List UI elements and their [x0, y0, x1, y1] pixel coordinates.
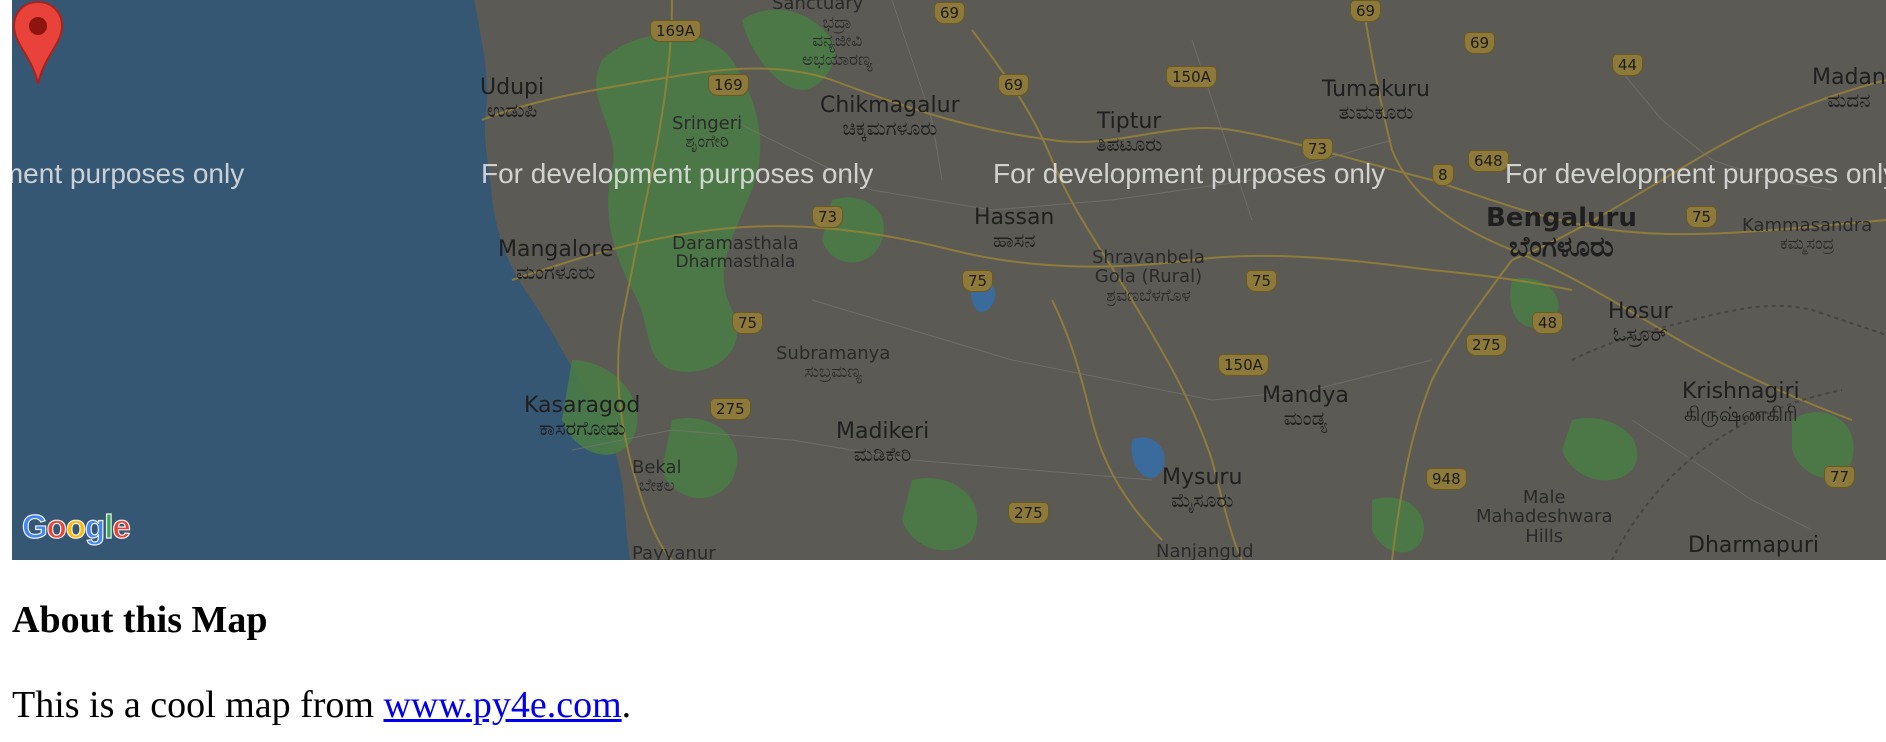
highway-shield: 69 [934, 2, 966, 24]
highway-shield: 275 [710, 398, 751, 420]
highway-shield: 75 [962, 270, 994, 292]
place-tumakuru: Tumakuru ತುಮಕೂರು [1322, 77, 1430, 124]
place-mandya: Mandya ಮಂಡ್ಯ [1262, 383, 1349, 430]
about-heading: About this Map [12, 599, 268, 641]
place-krishnagiri: Krishnagiri கிருஷ்ணகிரி [1682, 379, 1800, 426]
highway-shield: 948 [1426, 468, 1467, 490]
highway-shield: 75 [732, 312, 764, 334]
dev-watermark: For development purposes only [481, 158, 874, 189]
highway-shield: 8 [1432, 164, 1454, 186]
map-terrain [12, 0, 1886, 560]
place-kammasandra: Kammasandra ಕಮ್ಮಸಂದ್ರ [1742, 215, 1873, 255]
about-text-before: This is a cool map from [12, 684, 384, 726]
place-subramanya: Subramanya ಸುಬ್ರಮಣ್ಯ [776, 343, 891, 383]
highway-shield: 275 [1008, 502, 1049, 524]
place-mangalore: Mangalore ಮಂಗಳೂರು [498, 237, 614, 284]
py4e-link[interactable]: www.py4e.com [383, 684, 621, 726]
highway-shield: 150A [1218, 354, 1269, 376]
place-udupi: Udupi ಉಡುಪಿ [480, 75, 545, 122]
place-chikmagalur: Chikmagalur ಚಿಕ್ಕಮಗಳೂರು [820, 93, 960, 140]
map-view[interactable]: Sanctuary ಭದ್ರಾ ವನ್ಯಜೀವಿ ಅಭಯಾರಣ್ಯ Udupi ಉ… [12, 0, 1886, 560]
place-hassan: Hassan ಹಾಸನ [974, 205, 1055, 252]
map-marker-icon[interactable] [12, 0, 64, 86]
highway-shield: 75 [1246, 270, 1278, 292]
place-sringeri: Sringeri ಶೃಂಗೇರಿ [672, 113, 743, 153]
place-bengaluru: Bengaluru ಬೆಂಗಳೂರು [1486, 203, 1637, 264]
highway-shield: 275 [1466, 334, 1507, 356]
highway-shield: 169A [650, 20, 701, 42]
dev-watermark: For development purposes only [12, 158, 245, 189]
about-paragraph: This is a cool map from www.py4e.com. [12, 683, 631, 727]
place-nanjangud: Nanjangud [1156, 541, 1254, 560]
place-sanctuary: Sanctuary [772, 0, 864, 14]
dev-watermark: For development purposes only [1505, 158, 1886, 189]
place-mysuru: Mysuru ಮೈಸೂರು [1162, 465, 1243, 512]
place-male-mahadeshwara: Male Mahadeshwara Hills [1476, 487, 1613, 547]
place-dharmasthala: Daramasthala Dharmasthala [672, 233, 799, 273]
highway-shield: 69 [1350, 0, 1382, 22]
highway-shield: 648 [1468, 150, 1509, 172]
highway-shield: 150A [1166, 66, 1217, 88]
place-hosur: Hosur ಓಸ್ರೂರ್ [1608, 299, 1673, 346]
dev-watermark: For development purposes only [993, 158, 1386, 189]
place-madikeri: Madikeri ಮಡಿಕೇರಿ [836, 419, 930, 466]
highway-shield: 48 [1532, 312, 1564, 334]
google-logo: Google [21, 507, 131, 545]
place-bekal: Bekal ಬೇಕಲ [632, 457, 682, 497]
highway-shield: 77 [1824, 466, 1856, 488]
highway-shield: 73 [1302, 138, 1334, 160]
place-madanapalle: Madan ಮದನ [1812, 65, 1886, 112]
place-dharmapuri: Dharmapuri [1688, 533, 1820, 558]
highway-shield: 69 [1464, 32, 1496, 54]
about-text-after: . [621, 684, 632, 726]
highway-shield: 73 [812, 206, 844, 228]
place-payyanur: Payyanur [632, 543, 716, 560]
highway-shield: 169 [708, 74, 749, 96]
highway-shield: 69 [998, 74, 1030, 96]
place-bhadra: ಭದ್ರಾ ವನ್ಯಜೀವಿ ಅಭಯಾರಣ್ಯ [802, 13, 873, 70]
place-tiptur: Tiptur ತಿಪಟೂರು [1096, 109, 1163, 156]
highway-shield: 44 [1612, 54, 1644, 76]
highway-shield: 75 [1686, 206, 1718, 228]
place-kasaragod: Kasaragod ಕಾಸರಗೋಡು [524, 393, 641, 440]
place-shravanabela: Shravanbela Gola (Rural) ಶ್ರವಣಬೆಳಗೊಳ [1092, 247, 1205, 306]
